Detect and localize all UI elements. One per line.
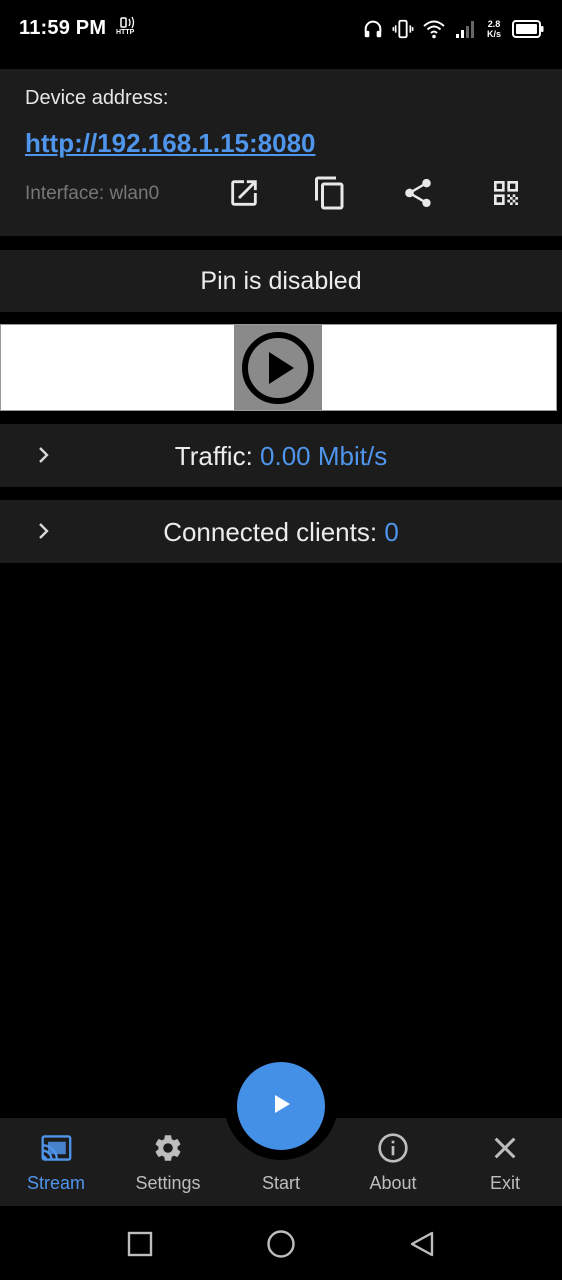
nav-label-stream: Stream <box>26 1173 86 1193</box>
clients-text: Connected clients: 0 <box>0 517 562 548</box>
device-address-label: Device address: <box>25 87 169 109</box>
headphones-icon <box>362 18 384 40</box>
nav-item-about[interactable]: About <box>343 1118 443 1206</box>
qr-code-icon[interactable] <box>486 173 526 213</box>
device-address-link[interactable]: http://192.168.1.15:8080 <box>25 128 316 159</box>
nav-label-start: Start <box>261 1173 300 1193</box>
net-speed-value: 2.8 <box>487 19 501 29</box>
pin-status-bar: Pin is disabled <box>0 250 562 312</box>
cast-icon <box>40 1132 72 1164</box>
http-badge: HTTP <box>116 29 135 36</box>
signal-icon <box>454 18 476 40</box>
status-bar: 11:59 PM HTTP 2.8 K/s <box>0 0 562 58</box>
status-icons: 2.8 K/s <box>362 14 544 44</box>
pin-status-text: Pin is disabled <box>200 266 362 295</box>
clients-value: 0 <box>384 517 399 547</box>
recents-square-icon[interactable] <box>124 1228 156 1260</box>
clients-label: Connected clients: <box>163 517 385 547</box>
system-nav-bar <box>0 1206 562 1280</box>
home-circle-icon[interactable] <box>265 1228 297 1260</box>
play-icon <box>269 1092 293 1121</box>
nav-label-settings: Settings <box>135 1173 201 1193</box>
open-in-browser-icon[interactable] <box>224 173 264 213</box>
nav-item-settings[interactable]: Settings <box>118 1118 218 1206</box>
address-card: Device address: http://192.168.1.15:8080… <box>0 69 562 236</box>
http-cast-icon: HTTP <box>116 16 140 40</box>
copy-icon[interactable] <box>310 173 350 213</box>
battery-icon <box>512 20 544 38</box>
traffic-text: Traffic: 0.00 Mbit/s <box>0 441 562 472</box>
interface-label: Interface: wlan0 <box>25 183 160 204</box>
start-stream-button[interactable] <box>237 1062 325 1150</box>
traffic-value: 0.00 Mbit/s <box>260 441 388 471</box>
wifi-icon <box>422 18 446 40</box>
clients-row[interactable]: Connected clients: 0 <box>0 500 562 563</box>
vibrate-icon <box>392 18 414 40</box>
status-time: 11:59 PM <box>19 17 107 39</box>
share-icon[interactable] <box>398 173 438 213</box>
net-speed: 2.8 K/s <box>484 19 504 39</box>
nav-label-about: About <box>369 1173 417 1193</box>
info-icon <box>377 1132 409 1164</box>
nav-label-exit: Exit <box>489 1173 520 1193</box>
nav-item-stream[interactable]: Stream <box>6 1118 106 1206</box>
traffic-label: Traffic: <box>174 441 261 471</box>
gear-icon <box>152 1132 184 1164</box>
back-triangle-icon[interactable] <box>406 1228 438 1260</box>
play-circle-icon[interactable] <box>234 325 322 410</box>
nav-item-exit[interactable]: Exit <box>455 1118 555 1206</box>
net-speed-unit: K/s <box>486 29 501 39</box>
traffic-row[interactable]: Traffic: 0.00 Mbit/s <box>0 424 562 487</box>
close-icon <box>489 1132 521 1164</box>
stream-preview <box>0 324 557 411</box>
